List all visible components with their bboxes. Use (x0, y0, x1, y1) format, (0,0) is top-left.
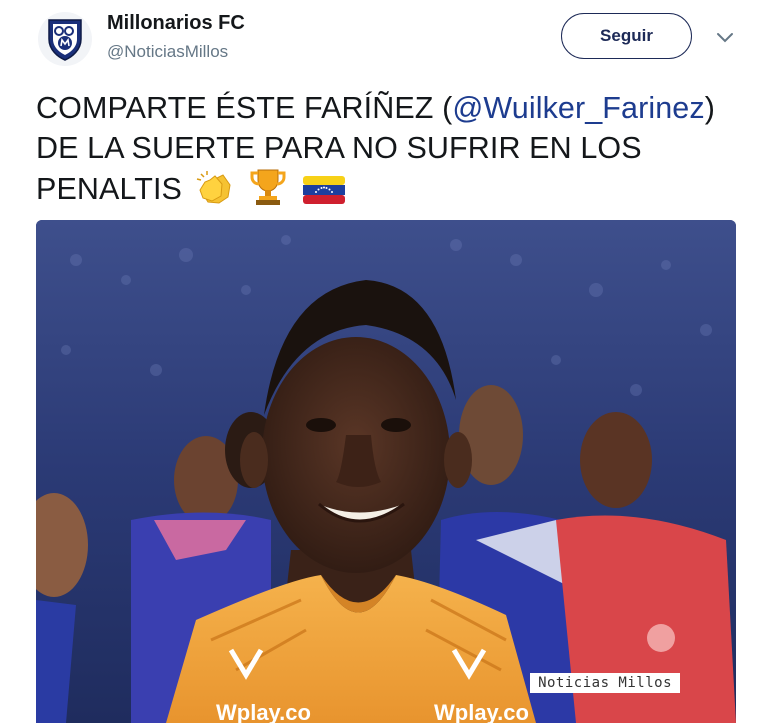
jersey-sponsor-left: Wplay.co (216, 700, 311, 723)
tweet-media-photo[interactable]: Wplay.co Wplay.co Noticias Millos (36, 220, 736, 723)
watermark: Noticias Millos (530, 673, 680, 693)
tweet-text-part: COMPARTE ÉSTE FARÍÑEZ ( (36, 91, 453, 125)
clapping-hands-emoji (196, 171, 231, 204)
millonarios-crest-icon (48, 19, 82, 61)
venezuela-flag-emoji (302, 176, 345, 204)
trophy-emoji (250, 169, 286, 205)
avatar[interactable] (38, 12, 92, 66)
player-photo: Wplay.co Wplay.co (36, 220, 736, 723)
chevron-down-icon[interactable] (715, 30, 735, 44)
mention-link[interactable]: @Wuilker_Farinez (452, 91, 704, 125)
jersey-sponsor-right: Wplay.co (434, 700, 529, 723)
account-name[interactable]: Millonarios FC (107, 12, 245, 35)
tweet-text: COMPARTE ÉSTE FARÍÑEZ (@Wuilker_Farinez)… (36, 88, 736, 209)
account-handle[interactable]: @NoticiasMillos (107, 42, 228, 62)
follow-button[interactable]: Seguir (561, 13, 692, 59)
